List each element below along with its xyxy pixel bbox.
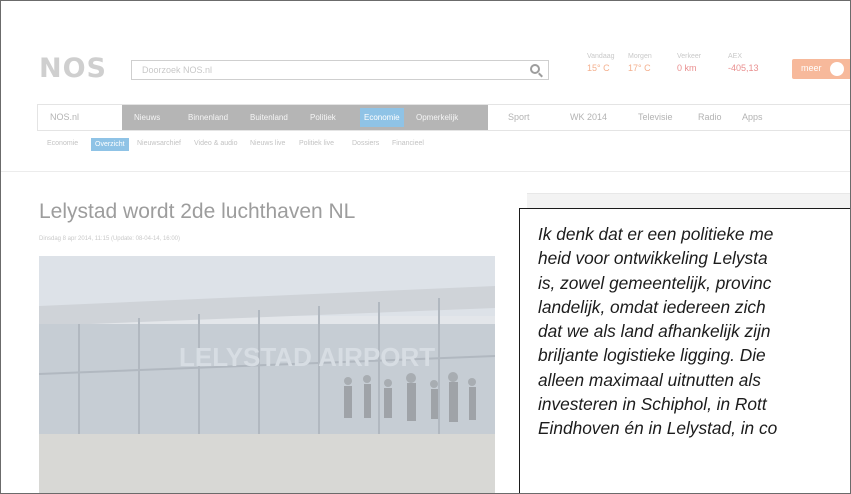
airport-photo-illustration: LELYSTAD AIRPORT [39, 256, 495, 493]
subnav-item-financieel[interactable]: Financieel [392, 140, 424, 147]
nav-item-apps[interactable]: Apps [742, 105, 763, 130]
main-navigation: NOS.nl Nieuws Binnenland Buitenland Poli… [37, 104, 850, 131]
meer-button[interactable]: meer [792, 59, 850, 79]
nav-item-wk2014[interactable]: WK 2014 [570, 105, 607, 130]
quote-line: Eindhoven én in Lelystad, in co [538, 418, 778, 439]
subnav-item-video-audio[interactable]: Video & audio [194, 140, 237, 147]
search-input[interactable]: Doorzoek NOS.nl [131, 60, 549, 80]
quote-overlay: Ik denk dat er een politieke me heid voo… [519, 208, 850, 493]
subnav-item-overzicht[interactable]: Overzicht [91, 138, 129, 151]
nav-item-opmerkelijk[interactable]: Opmerkelijk [416, 105, 458, 130]
nav-item-sport[interactable]: Sport [508, 105, 530, 130]
quote-line: Ik denk dat er een politieke me [538, 224, 774, 244]
meer-icon [830, 62, 844, 76]
logo-text: NOS [39, 53, 107, 84]
airport-sign: LELYSTAD AIRPORT [179, 342, 435, 372]
aex-info[interactable]: AEX -405,13 [728, 53, 759, 73]
nav-item-binnenland[interactable]: Binnenland [188, 105, 228, 130]
subnav-item-politiek-live[interactable]: Politiek live [299, 140, 334, 147]
nos-logo[interactable]: NOS [39, 53, 107, 84]
nav-item-televisie[interactable]: Televisie [638, 105, 673, 130]
quote-line: landelijk, omdat iedereen zich [538, 296, 766, 317]
subnav-item-nieuws-live[interactable]: Nieuws live [250, 140, 285, 147]
subnav-item-dossiers[interactable]: Dossiers [352, 140, 379, 147]
nav-item-radio[interactable]: Radio [698, 105, 722, 130]
search-icon[interactable] [530, 64, 540, 74]
nav-item-nos[interactable]: NOS.nl [50, 105, 79, 130]
nav-item-buitenland[interactable]: Buitenland [250, 105, 288, 130]
nav-item-politiek[interactable]: Politiek [310, 105, 336, 130]
quote-line: heid voor ontwikkeling Lelysta [538, 248, 768, 269]
quote-line: dat we als land afhankelijk zijn [538, 321, 771, 342]
weather-tomorrow[interactable]: Morgen 17° C [628, 53, 652, 73]
search-placeholder: Doorzoek NOS.nl [142, 65, 213, 75]
nav-news-group: Nieuws Binnenland Buitenland Politiek Ec… [122, 105, 488, 130]
subnav-item-nieuwsarchief[interactable]: Nieuwsarchief [137, 140, 181, 147]
sub-navigation: Economie Overzicht Nieuwsarchief Video &… [37, 138, 850, 156]
weather-today[interactable]: Vandaag 15° C [587, 53, 615, 73]
nav-item-economie[interactable]: Economie [360, 108, 404, 127]
header-divider [1, 171, 850, 172]
quote-line: investeren in Schiphol, in Rott [538, 394, 767, 415]
nav-item-nieuws[interactable]: Nieuws [134, 105, 160, 130]
quote-line: is, zowel gemeentelijk, provinc [538, 272, 772, 293]
subnav-item-economie[interactable]: Economie [47, 140, 78, 147]
article-meta: Dinsdag 8 apr 2014, 11:15 (Update: 08-04… [39, 236, 180, 242]
quote-line: briljante logistieke ligging. Die [538, 345, 766, 366]
screenshot-frame: NOS Doorzoek NOS.nl Vandaag 15° C Morgen… [0, 0, 851, 494]
article-title: Lelystad wordt 2de luchthaven NL [39, 200, 356, 223]
traffic-info[interactable]: Verkeer 0 km [677, 53, 701, 73]
article-photo: LELYSTAD AIRPORT [39, 256, 495, 493]
quote-line: alleen maximaal uitnutten als [538, 369, 761, 390]
